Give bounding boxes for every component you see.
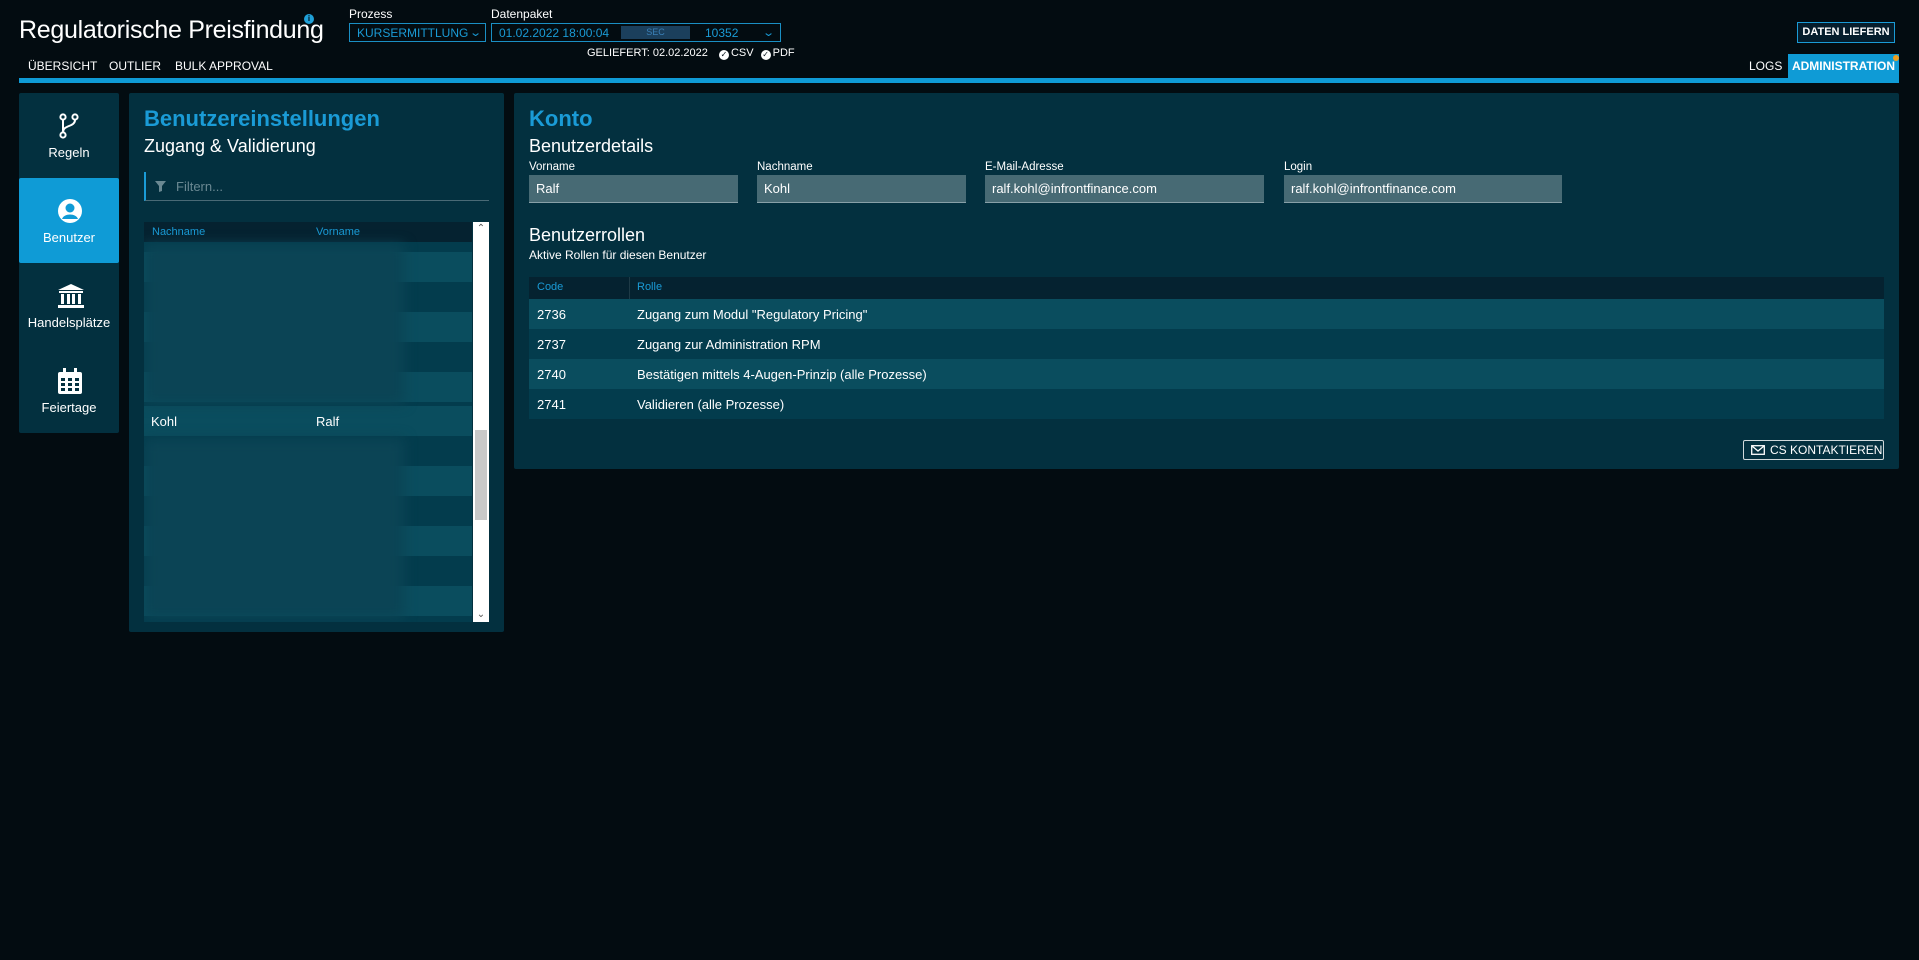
datenpaket-date: 01.02.2022 18:00:04 — [499, 26, 610, 40]
geliefert-label: GELIEFERT: — [587, 47, 650, 59]
sidebar-item-benutzer[interactable]: Benutzer — [19, 178, 119, 263]
redacted-block — [144, 438, 404, 618]
vorname-label: Vorname — [529, 161, 576, 173]
roles-table-header: Code Rolle — [529, 277, 1884, 299]
mail-icon — [1751, 445, 1765, 455]
column-header-vorname[interactable]: Vorname — [316, 226, 360, 238]
prozess-select[interactable]: KURSERMITTLUNG ⌄ — [349, 23, 486, 42]
nav-logs[interactable]: LOGS — [1749, 59, 1782, 73]
role-code: 2736 — [537, 307, 566, 322]
prozess-label: Prozess — [349, 7, 393, 21]
nav-administration[interactable]: ADMINISTRATION — [1788, 54, 1899, 79]
role-name: Validieren (alle Prozesse) — [637, 397, 785, 412]
daten-liefern-button[interactable]: DATEN LIEFERN — [1797, 22, 1895, 43]
nav-underline — [19, 78, 1899, 83]
email-label: E-Mail-Adresse — [985, 161, 1064, 173]
csv-label[interactable]: CSV — [731, 47, 754, 59]
role-row[interactable]: 2736 Zugang zum Modul "Regulatory Pricin… — [529, 299, 1884, 329]
sidebar-item-label: Regeln — [48, 145, 90, 160]
nav-bulk-approval[interactable]: BULK APPROVAL — [175, 59, 273, 73]
role-row[interactable]: 2740 Bestätigen mittels 4-Augen-Prinzip … — [529, 359, 1884, 389]
benutzerrollen-title: Benutzerrollen — [529, 225, 646, 245]
cs-button-label: CS KONTAKTIEREN — [1770, 443, 1883, 457]
app-title: Regulatorische Preisfindung — [19, 16, 324, 44]
role-row[interactable]: 2737 Zugang zur Administration RPM — [529, 329, 1884, 359]
sidebar-item-handelsplaetze[interactable]: Handelsplätze — [19, 263, 119, 348]
sidebar: Regeln Benutzer Handelsplätze Feiertage — [19, 93, 119, 433]
redacted-block — [144, 244, 404, 404]
check-icon: ✓ — [760, 50, 771, 60]
sidebar-item-label: Handelsplätze — [27, 315, 111, 330]
cs-kontaktieren-button[interactable]: CS KONTAKTIEREN — [1743, 440, 1884, 460]
role-name: Bestätigen mittels 4-Augen-Prinzip (alle… — [637, 367, 927, 382]
sidebar-item-label: Feiertage — [41, 400, 97, 415]
cell-nachname: Kohl — [151, 414, 178, 429]
column-header-rolle[interactable]: Rolle — [637, 281, 662, 293]
sec-badge: SEC — [621, 26, 690, 39]
filter-input[interactable] — [176, 179, 476, 194]
filter-icon — [155, 181, 166, 192]
benutzerdetails-title: Benutzerdetails — [529, 136, 654, 156]
filter-box — [144, 172, 489, 201]
check-icon: ✓ — [718, 50, 729, 60]
table-row-selected[interactable]: Kohl Ralf — [144, 406, 472, 436]
konto-title: Konto — [529, 106, 593, 131]
sidebar-item-label: Benutzer — [42, 230, 96, 245]
datenpaket-id: 10352 — [705, 26, 739, 40]
scroll-up-icon[interactable]: ⌃ — [473, 223, 489, 234]
chevron-down-icon: ⌄ — [762, 27, 776, 39]
nav-outlier[interactable]: OUTLIER — [109, 59, 161, 73]
login-label: Login — [1284, 161, 1313, 173]
datenpaket-select[interactable]: 01.02.2022 18:00:04 SEC 10352 ⌄ — [491, 23, 781, 42]
role-code: 2737 — [537, 337, 566, 352]
role-code: 2741 — [537, 397, 566, 412]
branch-icon — [59, 113, 79, 139]
nachname-label: Nachname — [757, 161, 813, 173]
login-field[interactable]: ralf.kohl@infrontfinance.com — [1284, 175, 1562, 203]
geliefert-date: 02.02.2022 — [652, 47, 708, 59]
role-name: Zugang zum Modul "Regulatory Pricing" — [637, 307, 868, 322]
table-scrollbar[interactable]: ⌃ ⌄ — [473, 222, 489, 622]
scroll-thumb[interactable] — [475, 430, 487, 520]
scroll-down-icon[interactable]: ⌄ — [473, 609, 489, 620]
panel-title: Benutzereinstellungen — [144, 106, 380, 131]
column-header-code[interactable]: Code — [537, 281, 563, 293]
calendar-icon — [58, 368, 82, 394]
user-table: Nachname Vorname Kohl Ralf — [144, 222, 472, 622]
prozess-value: KURSERMITTLUNG — [357, 26, 469, 40]
bank-icon — [58, 284, 84, 308]
column-header-nachname[interactable]: Nachname — [152, 226, 205, 238]
role-row[interactable]: 2741 Validieren (alle Prozesse) — [529, 389, 1884, 419]
geliefert-info: GELIEFERT: 02.02.2022 ✓ CSV ✓ PDF — [587, 47, 795, 60]
notification-dot — [1893, 55, 1899, 61]
role-name: Zugang zur Administration RPM — [637, 337, 821, 352]
sidebar-item-feiertage[interactable]: Feiertage — [19, 348, 119, 433]
column-divider — [629, 277, 630, 299]
nachname-field[interactable]: Kohl — [757, 175, 966, 203]
role-code: 2740 — [537, 367, 566, 382]
nav-uebersicht[interactable]: ÜBERSICHT — [28, 59, 97, 73]
benutzerrollen-subtitle: Aktive Rollen für diesen Benutzer — [529, 248, 707, 262]
email-field[interactable]: ralf.kohl@infrontfinance.com — [985, 175, 1264, 203]
table-header: Nachname Vorname — [144, 222, 472, 242]
vorname-field[interactable]: Ralf — [529, 175, 738, 203]
cell-vorname: Ralf — [316, 414, 340, 429]
info-icon[interactable]: i — [304, 14, 314, 24]
sidebar-item-regeln[interactable]: Regeln — [19, 93, 119, 178]
chevron-down-icon: ⌄ — [469, 27, 483, 39]
user-icon — [58, 199, 82, 223]
datenpaket-label: Datenpaket — [491, 7, 553, 21]
pdf-label[interactable]: PDF — [773, 47, 795, 59]
panel-subtitle: Zugang & Validierung — [144, 136, 316, 156]
